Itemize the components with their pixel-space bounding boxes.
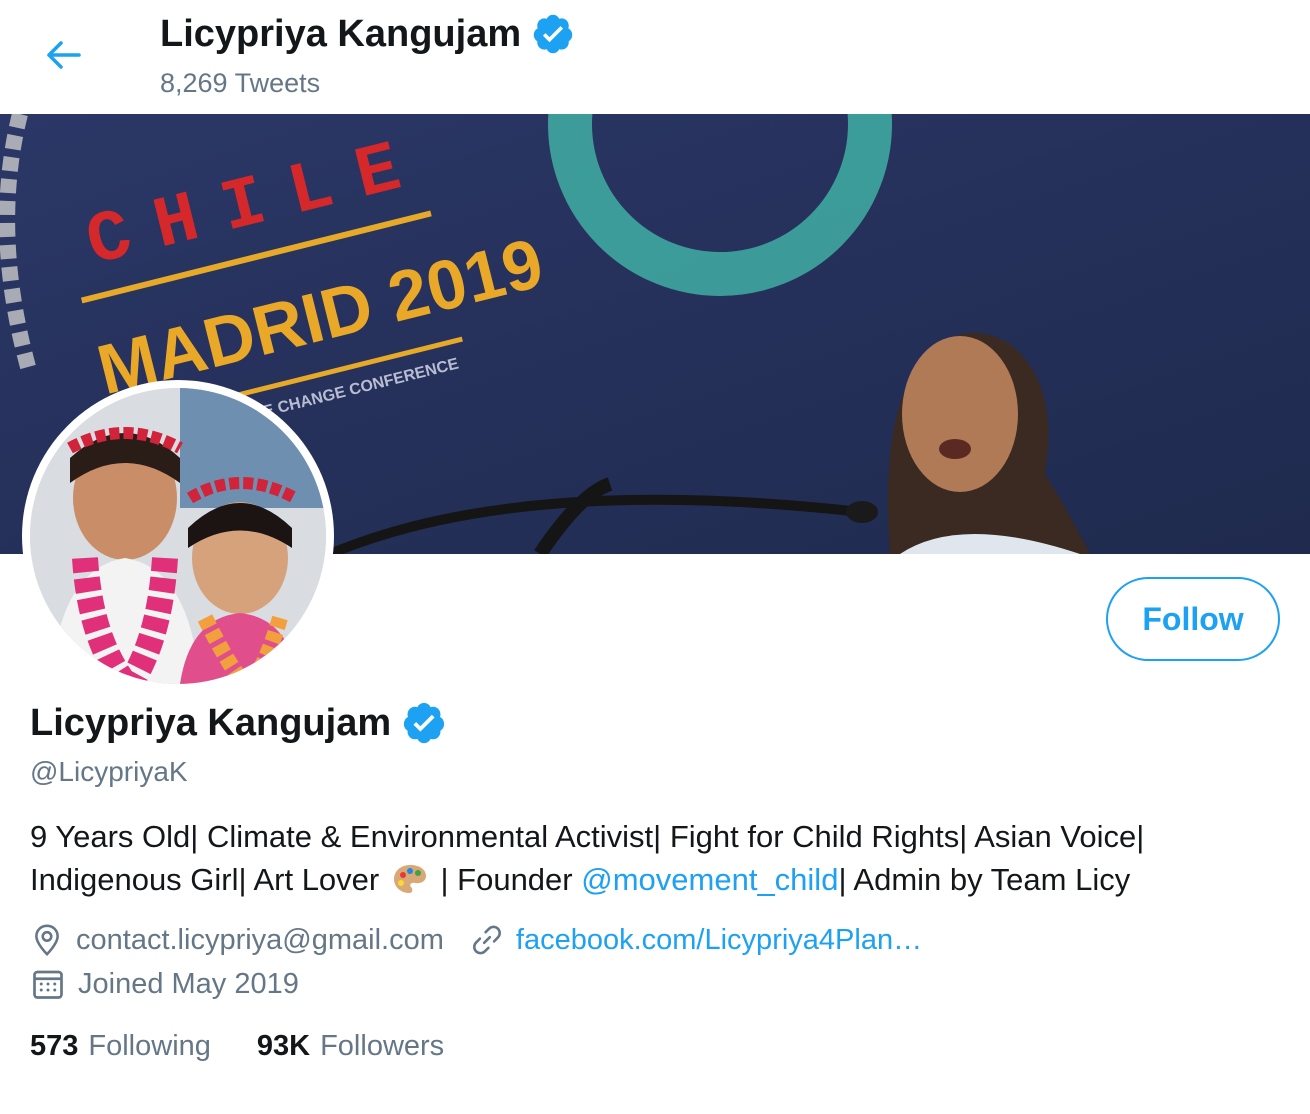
follow-button[interactable]: Follow xyxy=(1106,577,1280,661)
joined-text: Joined May 2019 xyxy=(78,967,299,1000)
profile-stats: 573 Following 93K Followers xyxy=(30,1030,444,1063)
location-pin-icon xyxy=(35,924,59,956)
profile-joined-row: Joined May 2019 xyxy=(30,966,299,1002)
profile-location: contact.licypriya@gmail.com xyxy=(30,922,444,958)
profile-name-text: Licypriya Kangujam xyxy=(30,701,392,744)
following-stat[interactable]: 573 Following xyxy=(30,1030,211,1063)
verified-badge-icon xyxy=(533,14,573,54)
bio-mention-link[interactable]: @movement_child xyxy=(581,862,838,897)
header-title: Licypriya Kangujam xyxy=(160,12,575,56)
calendar-icon xyxy=(33,970,63,999)
followers-stat[interactable]: 93K Followers xyxy=(257,1030,444,1063)
profile-name: Licypriya Kangujam xyxy=(30,700,447,746)
link-icon xyxy=(472,925,501,955)
profile-meta-row: contact.licypriya@gmail.com facebook.com… xyxy=(30,922,922,958)
location-text: contact.licypriya@gmail.com xyxy=(76,923,444,956)
website-link[interactable]: facebook.com/Licypriya4Plan… xyxy=(516,924,922,957)
profile-header-bar: Licypriya Kangujam 8,269 Tweets xyxy=(0,0,1310,114)
followers-count: 93K xyxy=(256,1030,311,1062)
back-button[interactable] xyxy=(30,30,96,80)
avatar-photo xyxy=(30,388,326,684)
followers-label: Followers xyxy=(320,1030,445,1062)
profile-avatar[interactable] xyxy=(22,380,334,692)
bio-text-part2: | Founder xyxy=(440,862,573,897)
tweet-count: 8,269 Tweets xyxy=(160,68,321,98)
palette-emoji-icon xyxy=(393,865,426,893)
profile-handle: @LicypriyaK xyxy=(30,756,188,787)
verified-badge-icon xyxy=(403,702,445,744)
bio-text-part3: | Admin by Team Licy xyxy=(838,862,1131,897)
following-count: 573 xyxy=(30,1030,79,1062)
header-name-text: Licypriya Kangujam xyxy=(160,12,522,55)
back-arrow-icon xyxy=(47,41,81,69)
profile-bio: 9 Years Old| Climate & Environmental Act… xyxy=(30,815,1280,901)
following-label: Following xyxy=(88,1030,211,1062)
profile-website[interactable]: facebook.com/Licypriya4Plan… xyxy=(470,923,922,957)
